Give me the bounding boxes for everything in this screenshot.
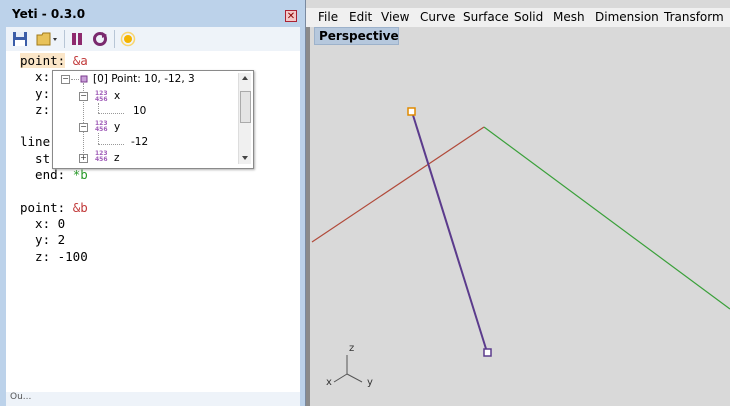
collapse-toggle[interactable]: − xyxy=(79,123,88,132)
y-axis-line xyxy=(483,126,730,310)
point-b-grip[interactable] xyxy=(483,348,492,357)
number-icon: 123 456 xyxy=(95,151,108,163)
axis-widget xyxy=(333,355,363,383)
collapse-toggle[interactable]: − xyxy=(79,92,88,101)
close-button[interactable]: ✕ xyxy=(285,10,297,22)
tree-root-label: [0] Point: 10, -12, 3 xyxy=(93,73,195,85)
code-anchor: &b xyxy=(72,199,88,215)
value-tree-popup[interactable]: − [0] Point: 10, -12, 3 − 123 456 x 10 − … xyxy=(52,70,254,169)
open-folder-icon[interactable] xyxy=(36,31,58,47)
save-icon[interactable] xyxy=(12,31,28,47)
code-line: z: -100 xyxy=(20,248,88,264)
menu-transform[interactable]: Transform xyxy=(664,10,724,24)
pause-icon[interactable] xyxy=(69,31,85,47)
toolbar xyxy=(6,27,300,52)
number-icon-bottom: 456 xyxy=(95,126,108,133)
x-axis-line xyxy=(311,126,485,243)
axis-y-label: y xyxy=(367,377,373,388)
popup-scrollbar[interactable] xyxy=(238,73,251,164)
sun-icon[interactable] xyxy=(120,31,136,47)
viewport-tab-perspective[interactable]: Perspective xyxy=(314,27,399,45)
toolbar-separator xyxy=(64,30,65,48)
rhino-window: File Edit View Curve Surface Solid Mesh … xyxy=(306,0,730,406)
code-line: z: xyxy=(20,101,51,117)
yaml-line-curve[interactable] xyxy=(411,111,488,353)
viewport-title: Perspective xyxy=(319,29,399,43)
number-icon: 123 456 xyxy=(95,91,108,103)
tree-line xyxy=(98,113,124,114)
tree-y-value: -12 xyxy=(131,136,149,148)
tree-x-value: 10 xyxy=(133,105,147,117)
tree-y-label: y xyxy=(114,121,121,133)
perspective-viewport[interactable]: z x y xyxy=(310,45,730,406)
expand-toggle[interactable]: + xyxy=(79,154,88,163)
menu-curve[interactable]: Curve xyxy=(420,10,455,24)
number-icon: 123 456 xyxy=(95,121,108,133)
collapse-toggle[interactable]: − xyxy=(61,75,70,84)
code-line: x: xyxy=(20,69,51,85)
tree-line xyxy=(98,103,99,113)
scroll-down-icon[interactable] xyxy=(241,155,249,161)
tree-line xyxy=(98,133,99,144)
object-icon xyxy=(80,75,88,83)
scroll-up-icon[interactable] xyxy=(241,75,249,81)
menu-bar: File Edit View Curve Surface Solid Mesh … xyxy=(306,8,730,27)
toolbar-separator xyxy=(114,30,115,48)
status-bar: Ou... xyxy=(6,392,300,406)
window-title: Yeti - 0.3.0 xyxy=(12,7,86,21)
axis-z-label: z xyxy=(349,343,355,354)
number-icon-bottom: 456 xyxy=(95,156,108,163)
code-key: point: xyxy=(20,53,66,68)
point-a-grip[interactable] xyxy=(407,107,416,116)
menu-dimension[interactable]: Dimension xyxy=(595,10,659,24)
tree-z-label: z xyxy=(114,152,120,164)
menu-surface[interactable]: Surface xyxy=(463,10,509,24)
code-key: end: xyxy=(20,167,66,183)
code-key: point: xyxy=(20,199,66,215)
menu-mesh[interactable]: Mesh xyxy=(553,10,585,24)
yeti-window: Yeti - 0.3.0 ✕ point: &a x: y: z: line s… xyxy=(0,0,306,406)
tree-line xyxy=(98,144,124,145)
scrollbar-thumb[interactable] xyxy=(240,91,251,123)
code-line: st xyxy=(20,150,51,166)
code-line: line xyxy=(20,134,51,150)
viewport-canvas xyxy=(311,107,730,383)
code-anchor: &a xyxy=(72,53,88,68)
title-bar: Yeti - 0.3.0 ✕ xyxy=(0,0,306,30)
menu-solid[interactable]: Solid xyxy=(514,10,543,24)
refresh-icon[interactable] xyxy=(92,31,108,47)
menu-edit[interactable]: Edit xyxy=(349,10,372,24)
status-text: Ou... xyxy=(10,392,32,402)
axis-x-label: x xyxy=(326,377,332,388)
tree-x-label: x xyxy=(114,90,121,102)
number-icon-bottom: 456 xyxy=(95,96,108,103)
code-line: y: xyxy=(20,85,51,101)
menu-file[interactable]: File xyxy=(318,10,338,24)
tree-line xyxy=(71,79,79,80)
code-alias: *b xyxy=(72,167,88,183)
menu-view[interactable]: View xyxy=(381,10,409,24)
code-line: x: 0 xyxy=(20,215,66,231)
code-line: y: 2 xyxy=(20,232,66,248)
